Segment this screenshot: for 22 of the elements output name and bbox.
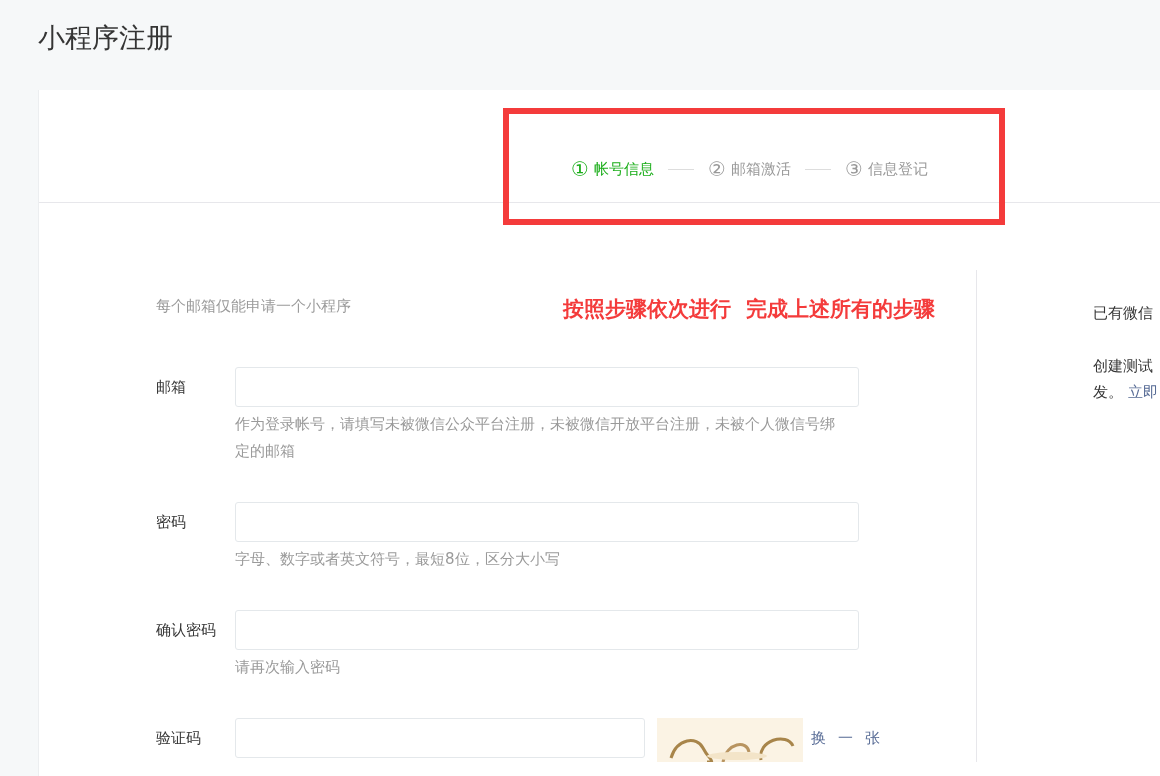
refresh-link[interactable]: 换一张 — [811, 718, 892, 758]
field-label: 验证码 — [156, 728, 202, 749]
field-label: 确认密码 — [156, 620, 217, 641]
input-field[interactable] — [235, 502, 859, 542]
step-tab[interactable]: ② 邮箱激活 — [707, 159, 791, 179]
step-tab[interactable]: ① 帐号信息 — [571, 159, 654, 179]
field-hint: 作为登录帐号，请填写未被微信公众平台注册，未被微信开放平台注册，未被个人微信号绑定的邮箱 — [235, 414, 836, 462]
input-field[interactable] — [235, 367, 859, 407]
step-tab[interactable]: ③ 信息登记 — [844, 159, 928, 179]
input-field[interactable] — [235, 718, 645, 758]
field-hint: 请再次输入密码 — [235, 657, 341, 678]
annotation-text: 按照步骤依次进行 完成上述所有的步骤 — [563, 296, 935, 323]
side-text: 已有微信 — [1093, 303, 1154, 324]
side-text: 创建测试 — [1093, 356, 1154, 377]
input-field[interactable] — [235, 610, 859, 650]
notice-text: 每个邮箱仅能申请一个小程序 — [156, 296, 351, 317]
apply-link[interactable]: 立即 — [1127, 383, 1158, 401]
page-title: 小程序注册 — [37, 21, 174, 55]
field-label: 邮箱 — [156, 377, 187, 398]
field-hint: 字母、数字或者英文符号，最短8位，区分大小写 — [235, 549, 561, 570]
field-label: 密码 — [156, 512, 187, 533]
side-text: 发。 — [1093, 383, 1124, 401]
